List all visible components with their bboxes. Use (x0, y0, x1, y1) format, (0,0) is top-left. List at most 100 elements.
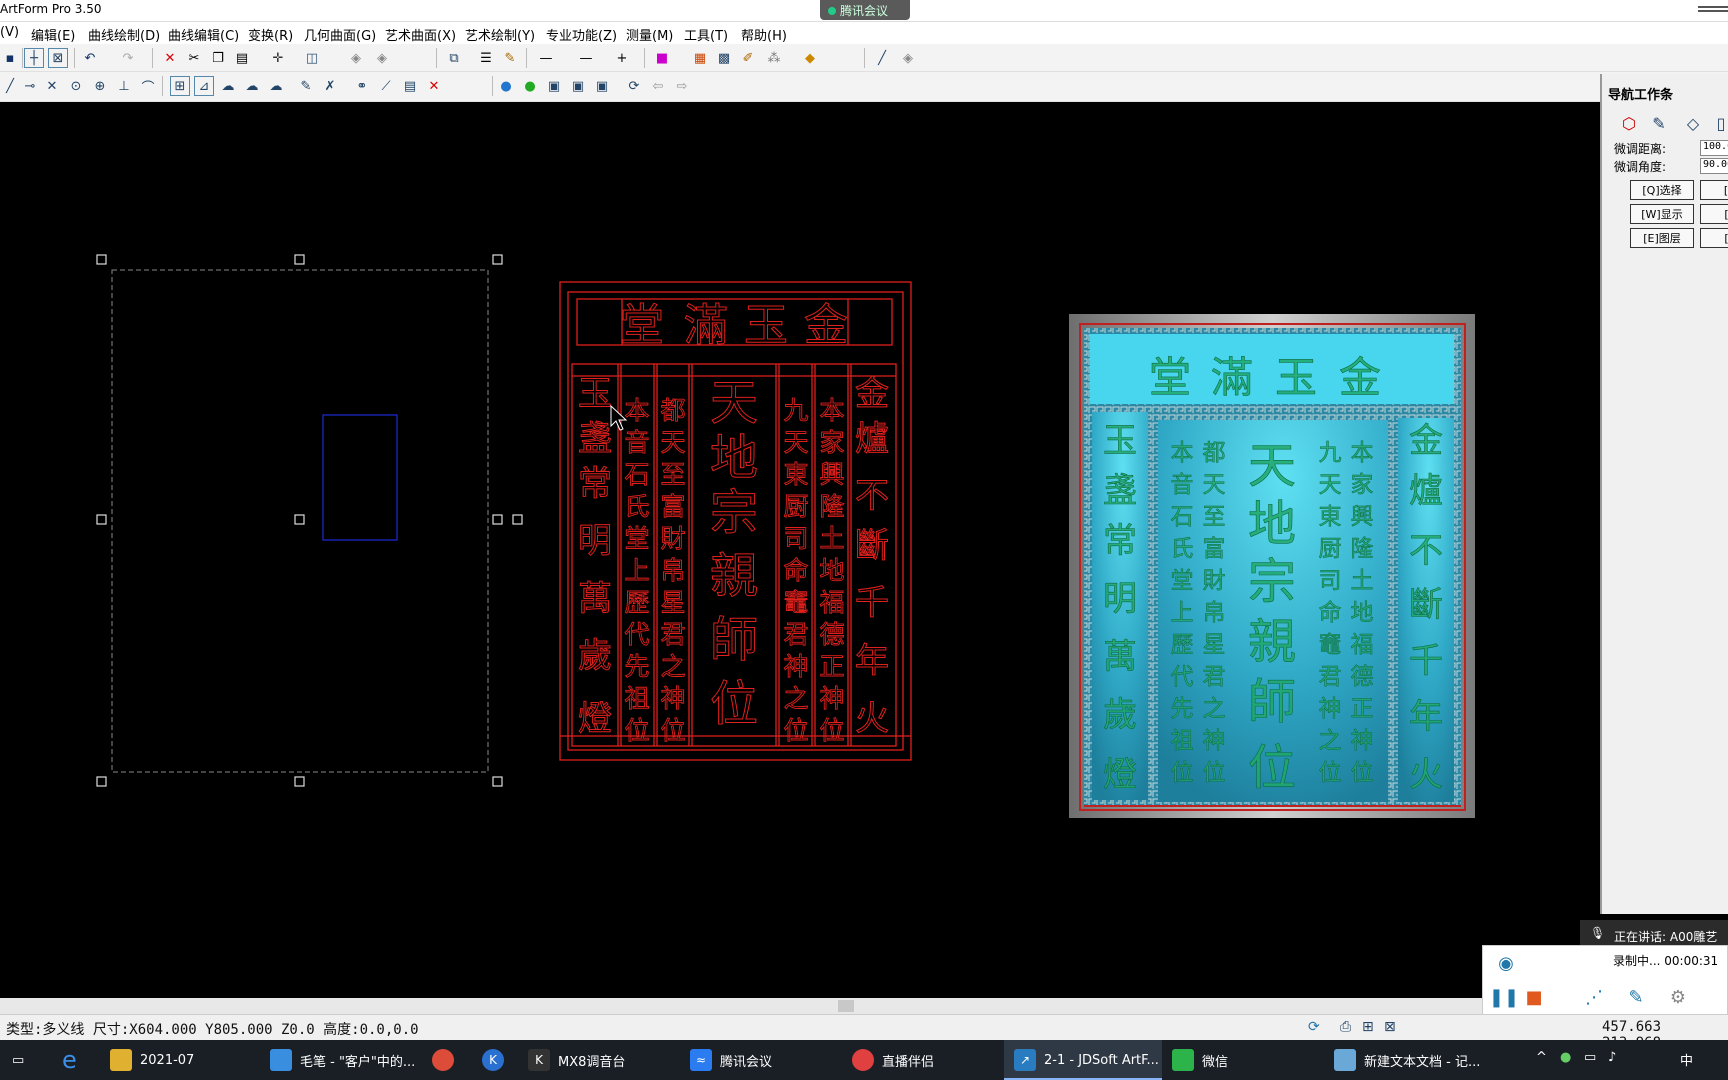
resize-handle[interactable] (492, 514, 503, 525)
refresh-icon[interactable]: ⟳ (624, 76, 644, 96)
resize-handle[interactable] (294, 776, 305, 787)
select-all-icon[interactable]: ▣ (568, 76, 588, 96)
list-icon[interactable]: ☰ (476, 48, 496, 68)
nav-draw-icon[interactable]: ✎ (1648, 112, 1670, 134)
taskview-icon[interactable]: ▭ (12, 1040, 24, 1080)
fine-angle-input[interactable]: 90.00 (1700, 158, 1728, 174)
intersect-icon[interactable]: ✕ (42, 76, 62, 96)
copy-icon[interactable]: ❐ (208, 48, 228, 68)
shade-icon[interactable]: ◈ (346, 48, 366, 68)
screen-share-icon[interactable]: ⋰ (1583, 986, 1605, 1008)
back-icon[interactable]: ⇦ (648, 76, 668, 96)
scroll-thumb[interactable] (838, 1000, 854, 1012)
stop-icon[interactable]: ■ (1523, 986, 1545, 1008)
group-1-icon[interactable]: ☁ (218, 76, 238, 96)
node-edit-icon[interactable]: ✎ (296, 76, 316, 96)
shade2-icon[interactable]: ◈ (372, 48, 392, 68)
menu-tools[interactable]: 工具(T) (684, 25, 728, 44)
tray-network-icon[interactable]: ▭ (1584, 1050, 1596, 1065)
group-2-icon[interactable]: ☁ (242, 76, 262, 96)
box-status-icon[interactable]: ⊠ (1384, 1019, 1396, 1035)
forward-icon[interactable]: ⇨ (672, 76, 692, 96)
bulb-blue-icon[interactable]: ● (496, 76, 516, 96)
meeting-tab[interactable]: 腾讯会议 (820, 0, 910, 20)
nav-r-button[interactable]: [R] (1700, 180, 1728, 200)
taskbar-item-mixer[interactable]: K MX8调音台 (528, 1040, 678, 1080)
sync-icon[interactable]: ⟳ (1308, 1019, 1320, 1035)
list2-icon[interactable]: ▤ (400, 76, 420, 96)
window-controls-icon[interactable] (1698, 6, 1728, 16)
crosshair-icon[interactable]: + (612, 48, 632, 68)
grid-status-icon[interactable]: ⊞ (1362, 1019, 1374, 1035)
settings-icon[interactable]: ⚙ (1667, 986, 1689, 1008)
circle-center-icon[interactable]: ⊙ (66, 76, 86, 96)
camera-icon[interactable]: ◉ (1495, 952, 1517, 974)
taskbar-item-artform[interactable]: ↗ 2-1 - JDSoft ArtF... (1004, 1040, 1162, 1080)
cancel-icon[interactable]: ✕ (424, 76, 444, 96)
select-chain-icon[interactable]: ▣ (592, 76, 612, 96)
print-icon[interactable]: ⎙ (1340, 1019, 1351, 1035)
draw-line-icon[interactable]: ╱ (872, 48, 892, 68)
line-width-icon[interactable]: — (576, 48, 596, 68)
resize-handle[interactable] (492, 254, 503, 265)
menu-art-draw[interactable]: 艺术绘制(Y) (465, 25, 535, 44)
snap-grid-icon[interactable]: ┼ (24, 48, 44, 68)
resize-handle[interactable] (512, 514, 523, 525)
curve-tool-2-icon[interactable]: ⊸ (20, 76, 40, 96)
target-icon[interactable]: ⊕ (90, 76, 110, 96)
curve-tool-1-icon[interactable]: ╱ (0, 76, 20, 96)
nav-select-icon[interactable]: ⬡ (1618, 112, 1640, 134)
eyedropper-icon[interactable]: ✐ (738, 48, 758, 68)
menu-measure[interactable]: 测量(M) (626, 25, 673, 44)
resize-handle[interactable] (294, 254, 305, 265)
select-window-icon[interactable]: ▣ (544, 76, 564, 96)
angle-snap-icon[interactable]: ⊿ (194, 76, 214, 96)
taskbar-item-note[interactable]: 毛笔 - "客户"中的... (270, 1040, 420, 1080)
menu-curve-draw[interactable]: 曲线绘制(D) (88, 25, 160, 44)
taskbar-item-notepad[interactable]: 新建文本文档 - 记... (1334, 1040, 1484, 1080)
palette-icon[interactable]: ▦ (690, 48, 710, 68)
redo-icon[interactable]: ↷ (118, 48, 138, 68)
menu-curve-edit[interactable]: 曲线编辑(C) (168, 25, 239, 44)
taskbar-item-meeting[interactable]: ≈ 腾讯会议 (690, 1040, 840, 1080)
tray-volume-icon[interactable]: ♪ (1608, 1050, 1616, 1065)
tray-wechat-icon[interactable]: ● (1560, 1050, 1571, 1065)
selected-polyline[interactable] (96, 254, 523, 787)
view-box-icon[interactable]: ◫ (302, 48, 322, 68)
shade3-icon[interactable]: ◈ (898, 48, 918, 68)
undo-icon[interactable]: ↶ (80, 48, 100, 68)
nav-t-button[interactable]: [T] (1700, 204, 1728, 224)
menu-transform[interactable]: 变换(R) (248, 25, 293, 44)
save-icon[interactable]: ▪ (0, 48, 20, 68)
horizontal-scrollbar[interactable] (0, 998, 1728, 1014)
resize-handle[interactable] (294, 514, 305, 525)
edge-icon[interactable]: e (62, 1040, 77, 1080)
taskbar-item-folder[interactable]: 2021-07 (110, 1040, 250, 1080)
taskbar-item-wechat[interactable]: 微信 (1172, 1040, 1322, 1080)
pen-icon[interactable]: ✎ (500, 48, 520, 68)
menu-art-surface[interactable]: 艺术曲面(X) (385, 25, 456, 44)
link-icon[interactable]: ⚭ (352, 76, 372, 96)
cut-icon[interactable]: ✂ (184, 48, 204, 68)
menu-help[interactable]: 帮助(H) (741, 25, 787, 44)
tray-chevron-icon[interactable]: ^ (1536, 1050, 1547, 1065)
layer-button[interactable]: [E]图层 (1630, 228, 1694, 248)
tangent-icon[interactable]: ⌒ (138, 76, 158, 96)
line-style-icon[interactable]: — (536, 48, 556, 68)
chrome-icon[interactable] (432, 1040, 462, 1080)
bulb-green-icon[interactable]: ● (520, 76, 540, 96)
nav-eraser-icon[interactable]: ◇ (1682, 112, 1704, 134)
resize-handle[interactable] (96, 776, 107, 787)
split-icon[interactable]: ⟋ (376, 76, 396, 96)
snap-box-icon[interactable]: ⊠ (48, 48, 68, 68)
menu-edit[interactable]: 编辑(E) (31, 25, 75, 44)
spray-icon[interactable]: ⁂ (764, 48, 784, 68)
layer-icon[interactable]: ⧉ (444, 48, 464, 68)
paste-icon[interactable]: ▤ (232, 48, 252, 68)
taskbar-item-live[interactable]: 直播伴侣 (852, 1040, 992, 1080)
pause-icon[interactable]: ❚❚ (1489, 986, 1519, 1008)
select-button[interactable]: [Q]选择 (1630, 180, 1694, 200)
nav-y-button[interactable]: [Y] (1700, 228, 1728, 248)
move-icon[interactable]: ✛ (268, 48, 288, 68)
delete-icon[interactable]: ✕ (160, 48, 180, 68)
